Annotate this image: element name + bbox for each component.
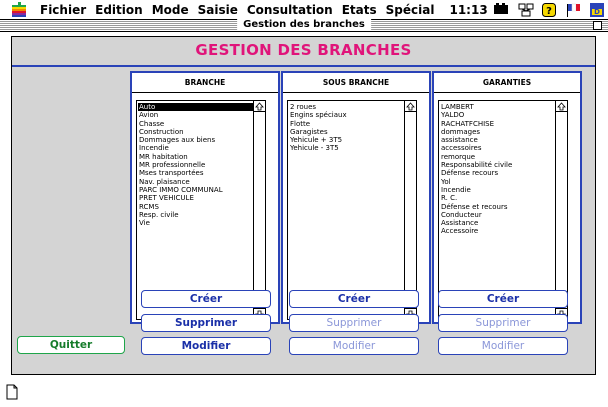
menu-saisie[interactable]: Saisie (198, 3, 238, 17)
menu-clock[interactable]: 11:13 (449, 3, 487, 17)
scroll-up-icon[interactable] (405, 101, 416, 112)
list-item[interactable]: Défense et recours (440, 203, 560, 211)
list-item[interactable]: R. C. (440, 194, 560, 202)
modifier-sous-branche-button[interactable]: Modifier (289, 337, 419, 355)
list-item[interactable]: Assistance (440, 219, 560, 227)
list-item[interactable]: 2 roues (289, 103, 409, 111)
list-item[interactable]: MR habitation (138, 153, 258, 161)
list-item[interactable]: Resp. civile (138, 211, 258, 219)
window-titlebar[interactable]: Gestion des branches (0, 19, 608, 32)
creer-sous-branche-button[interactable]: Créer (289, 290, 419, 308)
supprimer-branche-button[interactable]: Supprimer (141, 314, 271, 332)
svg-text:D: D (594, 8, 600, 16)
panel-sous-branche: SOUS BRANCHE 2 roues Engins spéciaux Flott… (281, 71, 431, 324)
menu-consultation[interactable]: Consultation (247, 3, 333, 17)
branche-list[interactable]: Auto Avion Chasse Construction Dommages aux … (136, 100, 266, 320)
supprimer-sous-branche-button[interactable]: Supprimer (289, 314, 419, 332)
list-item[interactable]: assistance (440, 136, 560, 144)
panel-branche: BRANCHE Auto Avion Chasse Construction Domma… (130, 71, 280, 324)
scroll-up-icon[interactable] (556, 101, 567, 112)
list-item[interactable]: Yol (440, 178, 560, 186)
list-item[interactable]: Nav. plaisance (138, 178, 258, 186)
svg-text:?: ? (546, 6, 552, 17)
list-item[interactable]: Construction (138, 128, 258, 136)
list-item[interactable]: RACHATFCHISE (440, 120, 560, 128)
sous-branche-scrollbar[interactable] (404, 101, 416, 319)
zoom-box-icon[interactable] (593, 21, 602, 30)
list-item[interactable]: Engins spéciaux (289, 111, 409, 119)
list-item[interactable]: remorque (440, 153, 560, 161)
list-item[interactable]: Conducteur (440, 211, 560, 219)
list-item[interactable]: Yehicule + 3T5 (289, 136, 409, 144)
branche-scrollbar[interactable] (253, 101, 265, 319)
list-item[interactable]: accessoires (440, 144, 560, 152)
list-item[interactable]: LAMBERT (440, 103, 560, 111)
list-item[interactable]: Auto (138, 103, 258, 112)
list-item[interactable]: Flotte (289, 120, 409, 128)
flag-icon[interactable] (566, 3, 582, 17)
list-item[interactable]: MR professionnelle (138, 161, 258, 169)
list-item[interactable]: Défense recours (440, 169, 560, 177)
document-icon (6, 384, 18, 400)
film-icon[interactable] (493, 2, 510, 17)
help-icon[interactable]: ? (541, 2, 558, 17)
list-item[interactable]: YALDO (440, 111, 560, 119)
list-item[interactable]: Accessoire (440, 227, 560, 235)
list-item[interactable]: dommages (440, 128, 560, 136)
list-item[interactable]: Mses transportées (138, 169, 258, 177)
menu-mode[interactable]: Mode (152, 3, 189, 17)
app-icon[interactable]: D (589, 2, 606, 17)
modifier-branche-button[interactable]: Modifier (141, 337, 271, 355)
panel-sous-branche-title: SOUS BRANCHE (283, 73, 429, 93)
apple-icon[interactable] (10, 1, 32, 18)
list-item[interactable]: Incendie (440, 186, 560, 194)
panel-garanties-title: GARANTIES (434, 73, 580, 93)
header: GESTION DES BRANCHES (12, 37, 595, 67)
list-item[interactable]: Dommages aux biens (138, 136, 258, 144)
quitter-button[interactable]: Quitter (17, 336, 125, 354)
list-item[interactable]: Garagistes (289, 128, 409, 136)
garanties-list[interactable]: LAMBERT YALDO RACHATFCHISE dommages assistan… (438, 100, 568, 320)
page-title: GESTION DES BRANCHES (195, 41, 412, 59)
list-item[interactable]: Incendie (138, 144, 258, 152)
list-item[interactable]: PRET VEHICULE (138, 194, 258, 202)
sous-branche-list[interactable]: 2 roues Engins spéciaux Flotte Garagistes Ye… (287, 100, 417, 320)
menu-special[interactable]: Spécial (386, 3, 435, 17)
garanties-scrollbar[interactable] (555, 101, 567, 319)
window-title: Gestion des branches (237, 19, 371, 31)
list-item[interactable]: Vie (138, 219, 258, 227)
list-item[interactable]: PARC IMMO COMMUNAL (138, 186, 258, 194)
panel-garanties: GARANTIES LAMBERT YALDO RACHATFCHISE dommag… (432, 71, 582, 324)
list-item[interactable]: Chasse (138, 120, 258, 128)
scroll-up-icon[interactable] (254, 101, 265, 112)
menu-edition[interactable]: Edition (95, 3, 143, 17)
main-window: GESTION DES BRANCHES BRANCHE Auto Avion Ch… (11, 36, 596, 375)
list-item[interactable]: RCMS (138, 203, 258, 211)
menu-bar: Fichier Edition Mode Saisie Consultation… (0, 0, 608, 20)
list-item[interactable]: Responsabilité civile (440, 161, 560, 169)
modifier-garantie-button[interactable]: Modifier (438, 337, 568, 355)
menu-fichier[interactable]: Fichier (40, 3, 86, 17)
panel-branche-title: BRANCHE (132, 73, 278, 93)
list-item[interactable]: Yehicule - 3T5 (289, 144, 409, 152)
creer-garantie-button[interactable]: Créer (438, 290, 568, 308)
list-item[interactable]: Avion (138, 111, 258, 119)
creer-branche-button[interactable]: Créer (141, 290, 271, 308)
supprimer-garantie-button[interactable]: Supprimer (438, 314, 568, 332)
network-icon[interactable] (518, 3, 534, 17)
menu-etats[interactable]: Etats (342, 3, 377, 17)
